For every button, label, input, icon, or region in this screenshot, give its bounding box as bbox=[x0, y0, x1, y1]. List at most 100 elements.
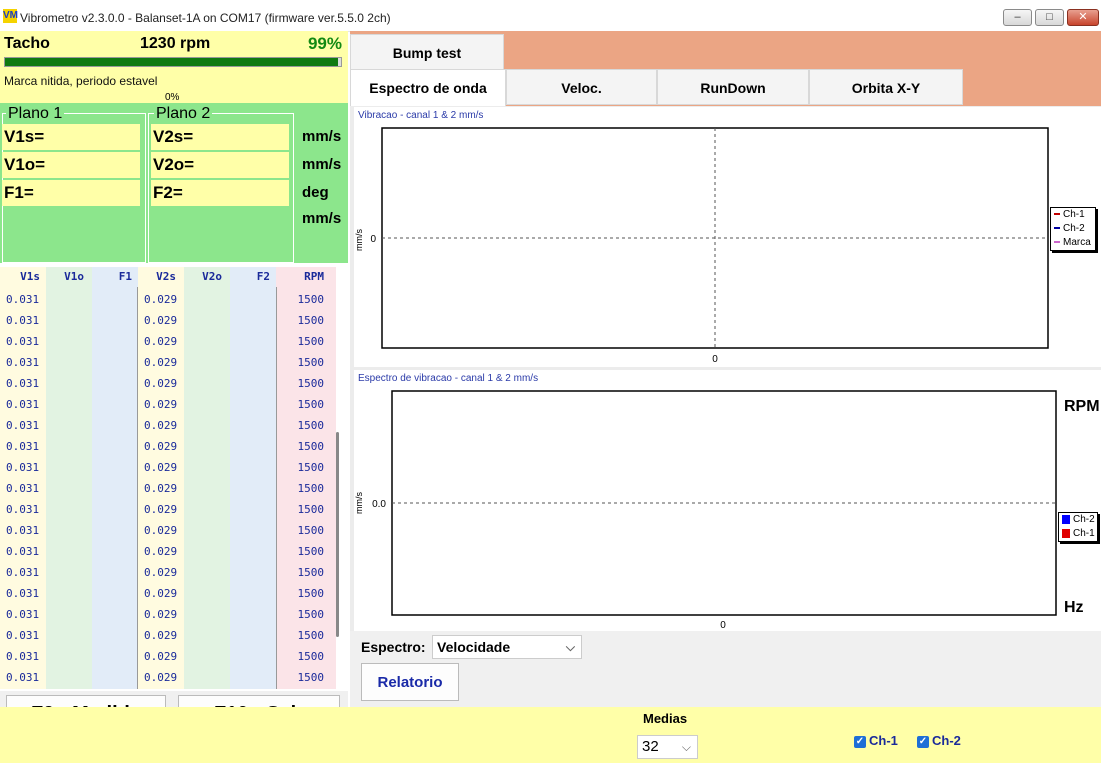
legend-item-ch2: Ch-2 bbox=[1051, 222, 1095, 236]
col-v2o bbox=[184, 287, 230, 689]
waveform-y-label: mm/s bbox=[354, 229, 364, 251]
cell-v2s: 0.029 bbox=[144, 356, 178, 369]
col-f2 bbox=[230, 287, 276, 689]
chevron-down-icon: ⌵ bbox=[681, 740, 691, 754]
spectrum-legend: Ch-2 Ch-1 bbox=[1058, 512, 1098, 542]
cell-v1s: 0.031 bbox=[6, 608, 40, 621]
cell-rpm: 1500 bbox=[297, 356, 325, 369]
spectrum-chart-panel: Espectro de vibracao - canal 1 & 2 mm/s … bbox=[354, 370, 1101, 631]
cell-v1s: 0.031 bbox=[6, 566, 40, 579]
unit-label: mm/s bbox=[302, 210, 342, 227]
spectrum-rpm-label: RPM bbox=[1064, 398, 1100, 415]
cell-v1s: 0.031 bbox=[6, 587, 40, 600]
cell-rpm: 1500 bbox=[297, 650, 325, 663]
maximize-button[interactable]: □ bbox=[1035, 9, 1064, 26]
window-title: Vibrometro v2.3.0.0 - Balanset-1A on COM… bbox=[20, 11, 391, 25]
cell-v1s: 0.031 bbox=[6, 629, 40, 642]
tab-espectro-de-onda[interactable]: Espectro de onda bbox=[350, 69, 506, 106]
cell-v2s: 0.029 bbox=[144, 419, 178, 432]
cell-v2s: 0.029 bbox=[144, 461, 178, 474]
checkmark-icon: ✓ bbox=[854, 735, 866, 748]
app-logo-icon: VM bbox=[3, 9, 18, 23]
cell-v1s: 0.031 bbox=[6, 503, 40, 516]
relatorio-button[interactable]: Relatorio bbox=[361, 663, 459, 701]
minimize-button[interactable]: – bbox=[1003, 9, 1032, 26]
spectrum-y-label: mm/s bbox=[354, 492, 364, 514]
cell-v2s: 0.029 bbox=[144, 545, 178, 558]
cell-rpm: 1500 bbox=[297, 419, 325, 432]
plane1-title: Plano 1 bbox=[6, 105, 65, 123]
cell-v2s: 0.029 bbox=[144, 524, 178, 537]
footer-bar: Medias 32 ⌵ ✓ Ch-1 ✓ Ch-2 bbox=[0, 707, 1101, 763]
cell-v2s: 0.029 bbox=[144, 314, 178, 327]
table-scrollbar[interactable] bbox=[336, 432, 339, 637]
spectrum-chart: mm/s 0.0 0 RPM Hz bbox=[354, 390, 1100, 631]
tab-strip: Bump test Espectro de onda Veloc. RunDow… bbox=[350, 31, 1101, 106]
tab-rundown[interactable]: RunDown bbox=[657, 69, 809, 105]
cell-v1s: 0.031 bbox=[6, 314, 40, 327]
cell-rpm: 1500 bbox=[297, 335, 325, 348]
legend-item-ch2: Ch-2 bbox=[1059, 513, 1097, 527]
cell-v2s: 0.029 bbox=[144, 482, 178, 495]
cell-v1s: 0.031 bbox=[6, 461, 40, 474]
cell-v1s: 0.031 bbox=[6, 377, 40, 390]
unit-label: mm/s bbox=[302, 156, 342, 173]
cell-rpm: 1500 bbox=[297, 314, 325, 327]
header-rpm: RPM bbox=[276, 267, 336, 287]
measurements-table[interactable]: V1s V1o F1 V2s V2o F2 RPM 0.031 0.029 1500… bbox=[0, 267, 348, 689]
col-v1o bbox=[46, 287, 92, 689]
cell-rpm: 1500 bbox=[297, 524, 325, 537]
f2-field: F2= bbox=[151, 180, 289, 206]
right-pane: Bump test Espectro de onda Veloc. RunDow… bbox=[350, 31, 1101, 707]
legend-item-marca: Marca bbox=[1051, 236, 1095, 250]
header-v1s: V1s bbox=[0, 267, 46, 287]
cell-v1s: 0.031 bbox=[6, 356, 40, 369]
cell-v1s: 0.031 bbox=[6, 293, 40, 306]
cell-v1s: 0.031 bbox=[6, 440, 40, 453]
tacho-progress-fill bbox=[5, 58, 338, 66]
v2o-field: V2o= bbox=[151, 152, 289, 178]
espectro-select[interactable]: Velocidade ⌵ bbox=[432, 635, 582, 659]
cell-v2s: 0.029 bbox=[144, 398, 178, 411]
cell-v1s: 0.031 bbox=[6, 419, 40, 432]
medias-select[interactable]: 32 ⌵ bbox=[637, 735, 698, 759]
cell-v2s: 0.029 bbox=[144, 335, 178, 348]
tacho-rpm: 1230 rpm bbox=[140, 35, 211, 52]
espectro-label: Espectro: bbox=[361, 639, 426, 655]
header-v2s: V2s bbox=[138, 267, 184, 287]
tab-veloc[interactable]: Veloc. bbox=[506, 69, 657, 105]
waveform-legend: Ch-1 Ch-2 Marca bbox=[1050, 207, 1096, 251]
waveform-x-tick: 0 bbox=[712, 354, 718, 365]
cell-rpm: 1500 bbox=[297, 545, 325, 558]
header-f1: F1 bbox=[92, 267, 138, 287]
plane2-title: Plano 2 bbox=[154, 105, 213, 123]
close-button[interactable]: ✕ bbox=[1067, 9, 1099, 26]
spectrum-hz-label: Hz bbox=[1064, 599, 1084, 616]
spectrum-x-tick: 0 bbox=[720, 620, 726, 631]
cell-rpm: 1500 bbox=[297, 566, 325, 579]
spectrum-y-tick: 0.0 bbox=[372, 499, 386, 510]
waveform-chart: mm/s 0 0 bbox=[354, 127, 1049, 365]
tab-orbita-xy[interactable]: Orbita X-Y bbox=[809, 69, 963, 105]
cell-v2s: 0.029 bbox=[144, 608, 178, 621]
cell-rpm: 1500 bbox=[297, 671, 325, 684]
col-f1 bbox=[92, 287, 138, 689]
cell-rpm: 1500 bbox=[297, 587, 325, 600]
cell-v1s: 0.031 bbox=[6, 335, 40, 348]
cell-rpm: 1500 bbox=[297, 503, 325, 516]
ch1-checkbox[interactable]: ✓ Ch-1 bbox=[854, 733, 898, 748]
cell-rpm: 1500 bbox=[297, 293, 325, 306]
cell-v2s: 0.029 bbox=[144, 293, 178, 306]
title-bar: VM Vibrometro v2.3.0.0 - Balanset-1A on … bbox=[0, 0, 1101, 32]
cell-v1s: 0.031 bbox=[6, 398, 40, 411]
ch2-checkbox[interactable]: ✓ Ch-2 bbox=[917, 733, 961, 748]
left-pane: Tacho 1230 rpm 99% Marca nitida, periodo… bbox=[0, 31, 348, 737]
cell-v1s: 0.031 bbox=[6, 671, 40, 684]
cell-v1s: 0.031 bbox=[6, 545, 40, 558]
cell-v1s: 0.031 bbox=[6, 482, 40, 495]
tacho-progress-bar bbox=[4, 57, 342, 67]
unit-label: deg bbox=[302, 184, 329, 201]
tab-bump-test[interactable]: Bump test bbox=[350, 34, 504, 70]
chevron-down-icon: ⌵ bbox=[565, 640, 575, 654]
unit-label: mm/s bbox=[302, 128, 342, 145]
